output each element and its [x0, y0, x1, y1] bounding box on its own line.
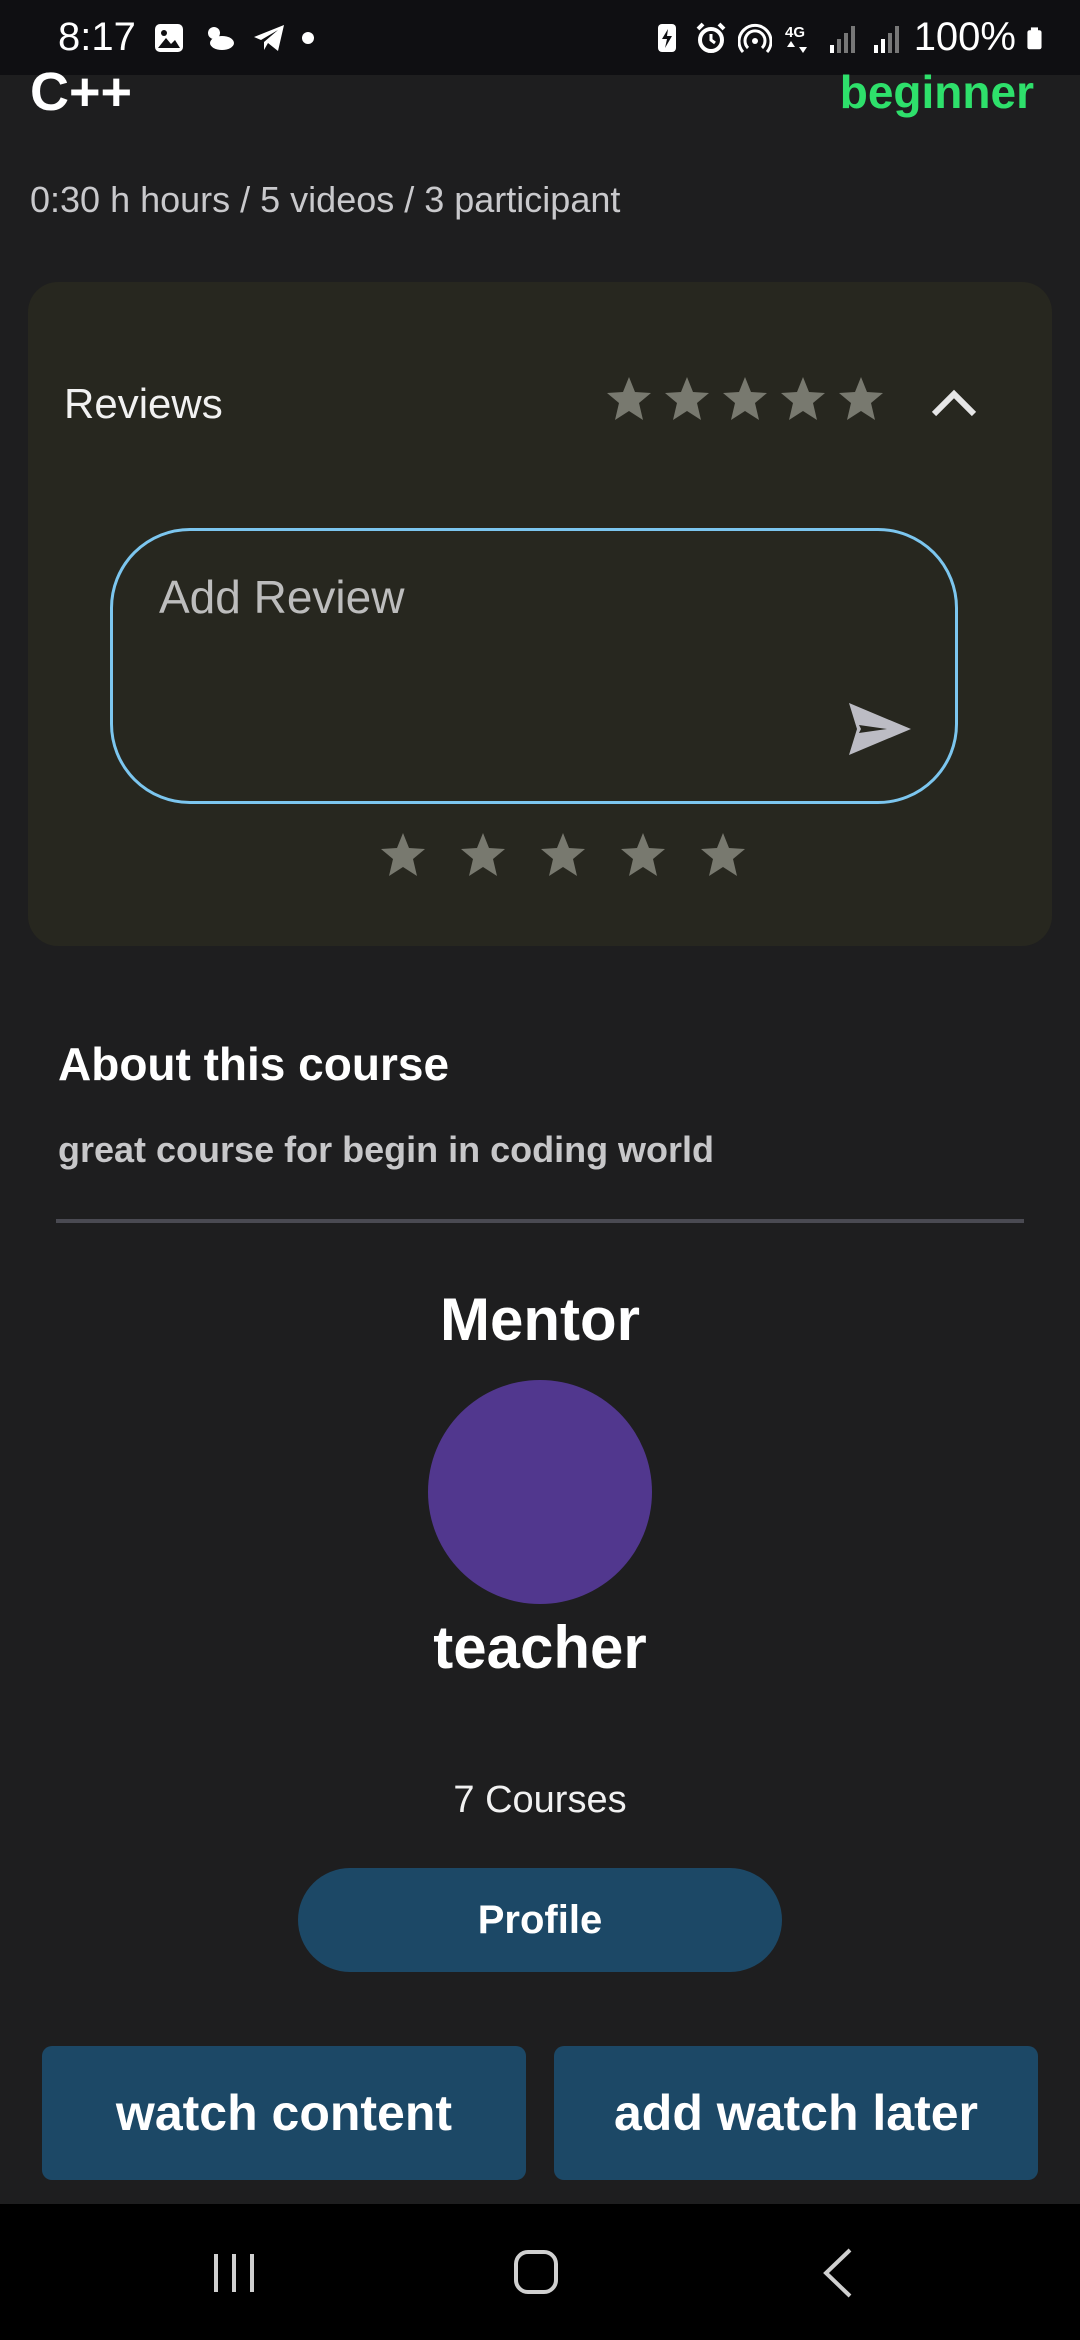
chevron-up-icon[interactable]: [928, 380, 980, 426]
mentor-name: teacher: [433, 1614, 647, 1681]
navigation-bar: [0, 2204, 1080, 2340]
review-input[interactable]: [157, 567, 857, 627]
reviews-card: Reviews: [28, 282, 1052, 946]
average-rating-stars: [604, 374, 886, 424]
battery-saver-icon: [657, 23, 676, 52]
add-watch-later-label: add watch later: [614, 2085, 978, 2141]
watch-content-button[interactable]: watch content: [42, 2046, 526, 2180]
watch-content-label: watch content: [115, 2085, 453, 2141]
rate-star-2-icon[interactable]: [458, 830, 508, 880]
dot-icon: [301, 31, 314, 44]
course-meta: 0:30 h hours / 5 videos / 3 participant: [30, 179, 621, 220]
avatar: [428, 1380, 652, 1604]
mentor-heading: Mentor: [440, 1286, 640, 1353]
star-icon: [723, 377, 767, 420]
level-badge: beginner: [839, 66, 1034, 118]
battery-icon: [1027, 26, 1042, 49]
status-right: 4G 100%: [650, 15, 1050, 60]
back-icon[interactable]: [818, 2246, 858, 2300]
weather-icon: [207, 26, 234, 50]
svg-text:4G: 4G: [785, 24, 805, 41]
send-icon[interactable]: [847, 701, 913, 757]
add-watch-later-button[interactable]: add watch later: [554, 2046, 1038, 2180]
rate-star-1-icon[interactable]: [378, 830, 428, 880]
star-icon: [665, 377, 709, 420]
telegram-icon: [253, 24, 284, 51]
profile-button-label: Profile: [477, 1897, 603, 1942]
status-left: 8:17: [58, 15, 314, 60]
status-time: 8:17: [58, 15, 136, 59]
review-input-box[interactable]: [110, 528, 958, 804]
rate-star-4-icon[interactable]: [618, 830, 668, 880]
course-title: C++: [30, 62, 133, 122]
gallery-icon: [154, 23, 183, 52]
about-description: great course for begin in coding world: [58, 1129, 715, 1170]
rating-input-stars: [378, 830, 748, 880]
hotspot-icon: [737, 23, 772, 53]
signal-icon: [829, 25, 855, 53]
star-icon: [781, 377, 825, 420]
profile-button[interactable]: Profile: [298, 1868, 782, 1972]
recents-icon[interactable]: [208, 2250, 260, 2296]
star-icon: [839, 377, 883, 420]
star-icon: [607, 377, 651, 420]
rate-star-3-icon[interactable]: [538, 830, 588, 880]
course-details-screen: 8:17 4G 100% C++ beginner 0:30 h hours /…: [0, 0, 1080, 2340]
divider: [56, 1219, 1024, 1223]
mentor-courses-count: 7 Courses: [453, 1779, 627, 1821]
rate-star-5-icon[interactable]: [698, 830, 748, 880]
reviews-label: Reviews: [64, 380, 223, 427]
network-4g-icon: 4G: [785, 24, 807, 53]
alarm-icon: [696, 22, 726, 53]
about-title: About this course: [58, 1038, 450, 1090]
home-icon[interactable]: [512, 2248, 560, 2296]
battery-percent: 100%: [913, 15, 1016, 59]
signal-icon: [873, 25, 899, 53]
